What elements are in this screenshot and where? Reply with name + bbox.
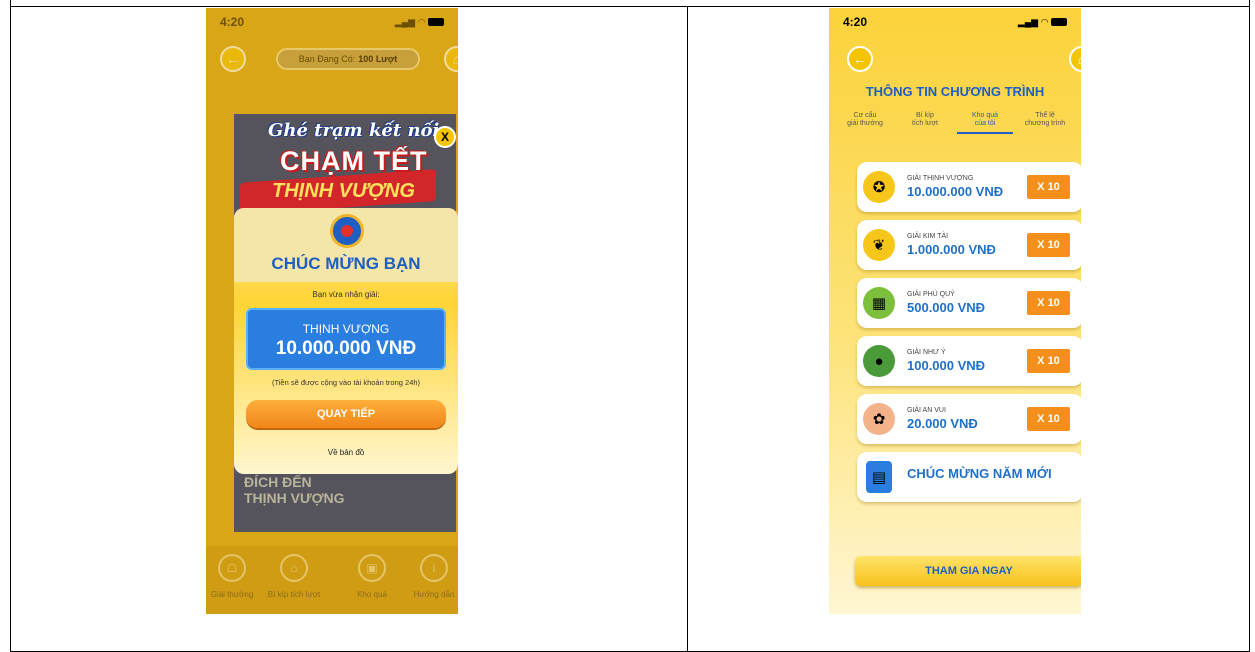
list-item[interactable]: ● GIẢI NHƯ Ý 100.000 VNĐ X 10 [857, 336, 1081, 386]
page-title: THÔNG TIN CHƯƠNG TRÌNH [865, 84, 1045, 99]
back-to-map-link[interactable]: Về bản đồ [234, 448, 458, 457]
quantity-badge: X 10 [1027, 233, 1070, 257]
status-bar: 4:20 ▂▄▆ ◠ [829, 8, 1081, 36]
home-icon[interactable]: ⌂ [1069, 46, 1081, 72]
balance-pill: Bạn Đang Có: 100 Lượt [276, 48, 420, 70]
phone-program-info: 4:20 ▂▄▆ ◠ ← ⌂ THÔNG TIN CHƯƠNG TRÌNH Cơ… [829, 8, 1081, 614]
nav-label-tips[interactable]: Bí kíp tích lượt [264, 590, 324, 599]
congrats-title: CHÚC MỪNG BẠN [271, 254, 421, 273]
join-now-button[interactable]: THAM GIA NGAY [855, 556, 1081, 586]
gift-icon[interactable]: ▣ [358, 554, 386, 582]
medal-icon: ✪ [863, 171, 895, 203]
info-tabs: Cơ cấu giải thưởng Bí kíp tích lượt Kho qu… [829, 112, 1081, 134]
prize-modal: CHÚC MỪNG BẠN Bạn vừa nhận giải: THỊNH V… [234, 208, 458, 474]
signal-icon: ▂▄▆ [394, 16, 416, 27]
tab-rules[interactable]: Thể lệ chương trình [1017, 112, 1073, 134]
info-icon[interactable]: i [420, 554, 448, 582]
battery-icon [428, 18, 444, 26]
spin-again-button[interactable]: QUAY TIẾP [246, 400, 446, 428]
signal-icon: ▂▄▆ [1017, 16, 1039, 27]
list-item[interactable]: ✪ GIẢI THỊNH VƯỢNG 10.000.000 VNĐ X 10 [857, 162, 1081, 212]
bottom-nav: ☖ Giải thưởng ⌂ Bí kíp tích lượt ▣ Kho q… [206, 546, 458, 614]
received-label: Bạn vừa nhận giải: [312, 290, 380, 299]
quantity-badge: X 10 [1027, 349, 1070, 373]
greeting-card-icon: ▤ [866, 461, 892, 493]
prize-list: ✪ GIẢI THỊNH VƯỢNG 10.000.000 VNĐ X 10 ❦… [857, 162, 1081, 510]
list-item[interactable]: ▦ GIẢI PHÚ QUÝ 500.000 VNĐ X 10 [857, 278, 1081, 328]
credit-note: (Tiền sẽ được cộng vào tài khoản trong 2… [271, 378, 421, 387]
tab-earn-tips[interactable]: Bí kíp tích lượt [897, 112, 953, 134]
phone-prize-modal: 4:20 ▂▄▆ ◠ ← Bạn Đang Có: 100 Lượt ⌂ ĐÍCH… [206, 8, 458, 614]
nav-label-gifts[interactable]: Kho quà [342, 590, 402, 599]
tab-prize-structure[interactable]: Cơ cấu giải thưởng [837, 112, 893, 134]
apricot-blossom-icon: ✿ [863, 403, 895, 435]
table-divider [687, 6, 688, 652]
map-destination-label: ĐÍCH ĐẾN THỊNH VƯỢNG [244, 474, 345, 506]
campaign-banner: Ghé trạm kết nối CHẠM TẾT THỊNH VƯỢNG [230, 116, 440, 215]
close-icon[interactable]: X [434, 126, 456, 148]
prize-box: THỊNH VƯỢNG 10.000.000 VNĐ [246, 308, 446, 370]
prize-name: THỊNH VƯỢNG [302, 322, 390, 336]
list-item[interactable]: ❦ GIẢI KIM TÀI 1.000.000 VNĐ X 10 [857, 220, 1081, 270]
nav-label-prizes[interactable]: Giải thưởng [206, 590, 262, 599]
list-item[interactable]: ▤ CHÚC MỪNG NĂM MỚI [857, 452, 1081, 502]
wifi-icon: ◠ [418, 16, 425, 27]
greeting-label: CHÚC MỪNG NĂM MỚI [907, 466, 1052, 481]
status-bar: 4:20 ▂▄▆ ◠ [206, 8, 458, 36]
money-tree-icon: ❦ [863, 229, 895, 261]
medal-icon [330, 214, 364, 248]
quantity-badge: X 10 [1027, 175, 1070, 199]
nav-label-guide[interactable]: Hướng dẫn [404, 590, 458, 599]
trophy-icon[interactable]: ☖ [218, 554, 246, 582]
status-time: 4:20 [220, 15, 245, 29]
list-item[interactable]: ✿ GIẢI AN VUI 20.000 VNĐ X 10 [857, 394, 1081, 444]
prize-amount: 10.000.000 VNĐ [275, 338, 417, 359]
arrow-left-icon[interactable]: ← [220, 46, 246, 72]
wifi-icon: ◠ [1041, 16, 1048, 27]
arrow-left-icon[interactable]: ← [847, 46, 873, 72]
battery-icon [1051, 18, 1067, 26]
table-top-border [10, 6, 1250, 7]
quantity-badge: X 10 [1027, 407, 1070, 431]
tips-icon[interactable]: ⌂ [280, 554, 308, 582]
status-time: 4:20 [843, 15, 868, 29]
home-icon[interactable]: ⌂ [444, 46, 458, 72]
quantity-badge: X 10 [1027, 291, 1070, 315]
banh-chung-icon: ▦ [863, 287, 895, 319]
tab-my-gifts[interactable]: Kho quà của tôi [957, 112, 1013, 134]
watermelon-icon: ● [863, 345, 895, 377]
